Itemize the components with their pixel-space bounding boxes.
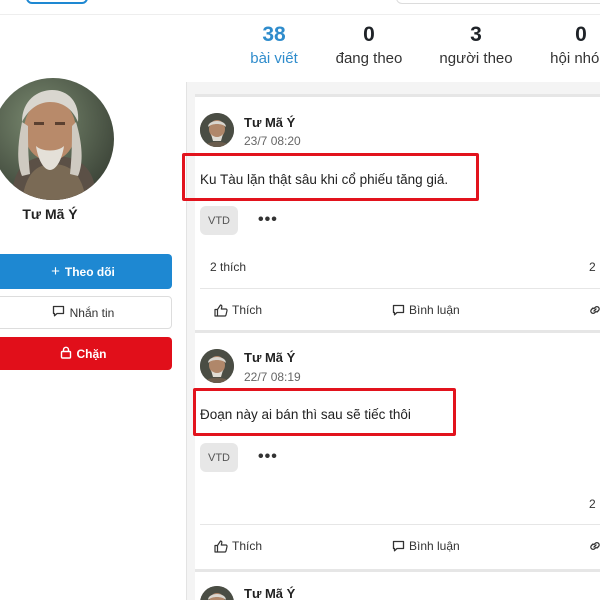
- block-button[interactable]: Chặn: [0, 337, 172, 370]
- share-button[interactable]: [588, 303, 600, 317]
- like-count[interactable]: 2 thích: [210, 260, 246, 274]
- post-divider: [195, 569, 600, 572]
- lock-icon: [60, 346, 72, 362]
- post-divider: [195, 330, 600, 333]
- profile-stats: 38 bài viết 0 đang theo 3 người theo 0 h…: [230, 22, 600, 74]
- post-card: Tư Mã Ý 23/7 08:20 Ku Tàu lặn thật sâu k…: [182, 94, 600, 330]
- profile-avatar[interactable]: [0, 78, 114, 200]
- post-divider: [195, 94, 600, 97]
- stat-following[interactable]: 0 đang theo: [319, 22, 419, 70]
- plus-icon: +: [51, 263, 60, 280]
- post-divider-line: [200, 524, 600, 525]
- topbar-divider: [0, 14, 600, 15]
- stock-tag[interactable]: VTD: [200, 206, 238, 235]
- comment-button[interactable]: Bình luận: [392, 303, 460, 317]
- comment-label: Bình luận: [409, 303, 460, 317]
- stat-followers[interactable]: 3 người theo: [426, 22, 526, 70]
- follow-button[interactable]: + Theo dõi: [0, 254, 172, 289]
- like-label: Thích: [232, 539, 263, 553]
- stat-following-label: đang theo: [335, 50, 403, 67]
- chat-bubble-icon: [52, 305, 65, 320]
- post-author-avatar[interactable]: [200, 349, 234, 383]
- stat-groups-label: hội nhóm: [550, 50, 600, 67]
- profile-name: Tư Mã Ý: [22, 206, 78, 222]
- link-icon: [588, 539, 600, 553]
- comment-icon: [392, 304, 405, 316]
- like-button[interactable]: Thích: [214, 539, 262, 553]
- top-search-box[interactable]: [396, 0, 600, 4]
- stat-followers-count: 3: [470, 23, 482, 46]
- thumbs-up-icon: [214, 303, 228, 317]
- link-icon: [588, 303, 600, 317]
- stock-tag[interactable]: VTD: [200, 443, 238, 472]
- comment-icon: [392, 540, 405, 552]
- stat-groups-count: 0: [575, 23, 587, 46]
- message-button[interactable]: Nhắn tin: [0, 296, 172, 329]
- post-author-avatar[interactable]: [200, 586, 234, 600]
- stat-posts[interactable]: 38 bài viết: [224, 22, 324, 70]
- post-text: Ku Tàu lặn thật sâu khi cổ phiếu tăng gi…: [200, 172, 449, 187]
- post-card: Tư Mã Ý 22/7 08:19 Đoạn này ai bán thì s…: [193, 330, 600, 569]
- share-count[interactable]: 2: [589, 260, 596, 274]
- comment-label: Bình luận: [409, 539, 460, 553]
- post-timestamp: 22/7 08:19: [244, 370, 301, 384]
- post-text: Đoạn này ai bán thì sau sẽ tiếc thôi: [200, 407, 411, 422]
- post-author-name[interactable]: Tư Mã Ý: [244, 115, 295, 130]
- share-button[interactable]: [588, 539, 600, 553]
- top-nav-button[interactable]: [26, 0, 88, 4]
- post-author-name[interactable]: Tư Mã Ý: [244, 586, 295, 600]
- like-button[interactable]: Thích: [214, 303, 262, 317]
- thumbs-up-icon: [214, 539, 228, 553]
- message-label: Nhắn tin: [69, 305, 115, 320]
- stat-posts-label: bài viết: [250, 50, 298, 67]
- follow-label: Theo dõi: [64, 264, 115, 279]
- more-options-icon[interactable]: •••: [258, 448, 278, 466]
- stat-groups[interactable]: 0 hội nhóm: [531, 22, 600, 70]
- like-label: Thích: [232, 303, 263, 317]
- stat-posts-count: 38: [262, 23, 286, 46]
- post-author-avatar[interactable]: [200, 113, 234, 147]
- stat-followers-label: người theo: [439, 50, 513, 67]
- more-options-icon[interactable]: •••: [258, 211, 278, 229]
- stat-following-count: 0: [363, 23, 375, 46]
- block-label: Chặn: [76, 346, 107, 361]
- post-author-name[interactable]: Tư Mã Ý: [244, 350, 295, 365]
- comment-button[interactable]: Bình luận: [392, 539, 460, 553]
- post-divider-line: [200, 288, 600, 289]
- share-count[interactable]: 2: [589, 497, 596, 511]
- post-timestamp: 23/7 08:20: [244, 134, 301, 148]
- post-card: Tư Mã Ý: [195, 569, 600, 600]
